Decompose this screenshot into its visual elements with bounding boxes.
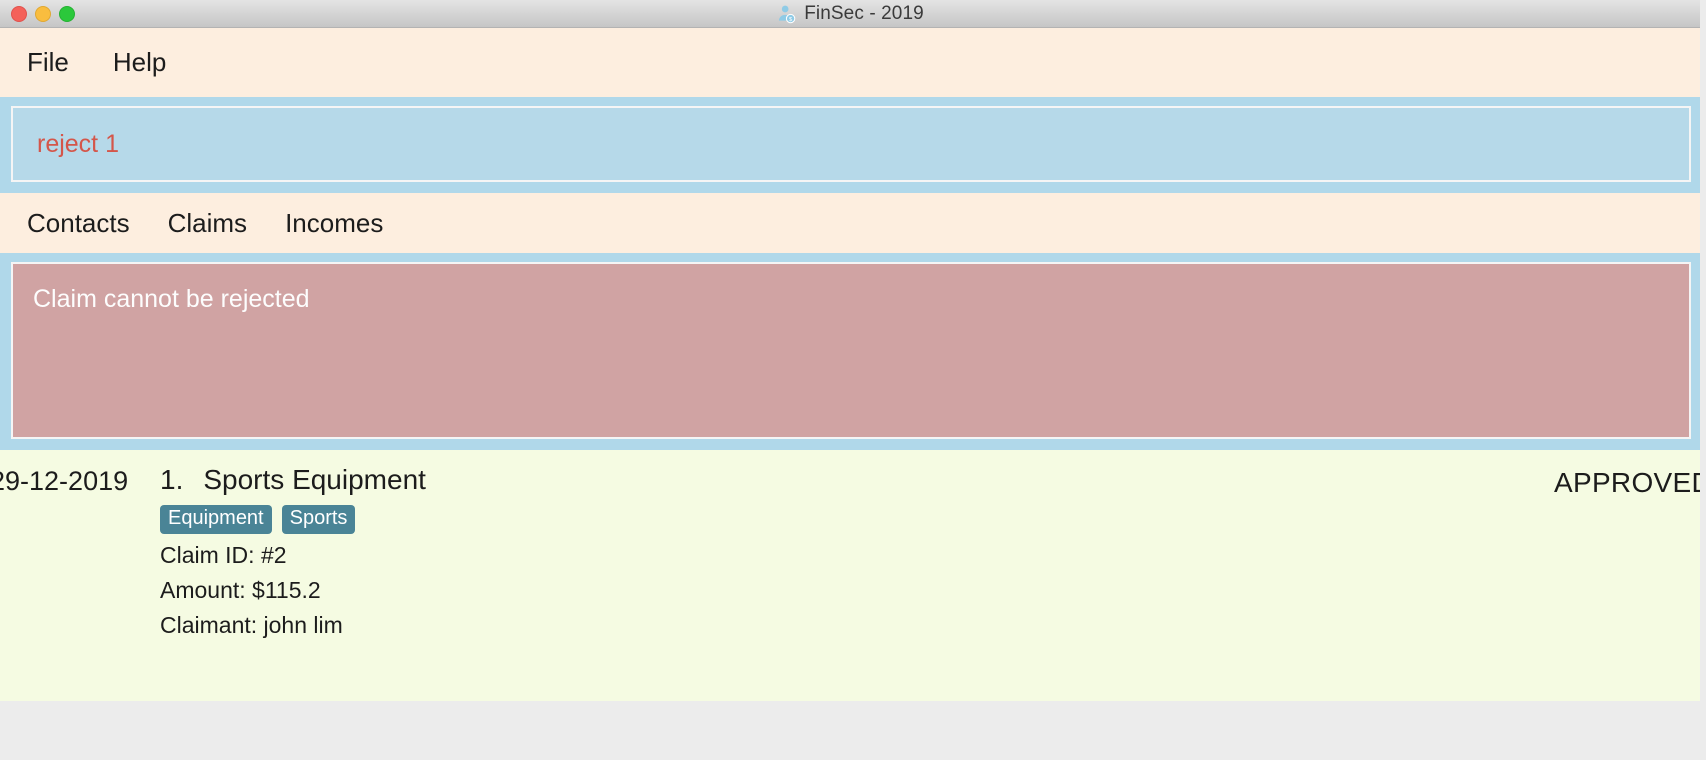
result-panel-container: Claim cannot be rejected (0, 253, 1700, 450)
person-dollar-icon: $ (779, 5, 796, 23)
command-input-value: reject 1 (37, 129, 119, 158)
status-badge: APPROVED (1554, 467, 1700, 498)
result-message: Claim cannot be rejected (33, 285, 310, 313)
menu-item-file[interactable]: File (27, 47, 69, 78)
tag-equipment: Equipment (160, 505, 272, 534)
claim-date: 29-12-2019 (0, 466, 129, 496)
tab-incomes[interactable]: Incomes (285, 208, 383, 239)
command-input[interactable]: reject 1 (11, 106, 1691, 182)
close-window-button[interactable] (11, 5, 27, 22)
tab-contacts[interactable]: Contacts (27, 208, 130, 239)
maximize-window-button[interactable] (59, 5, 75, 22)
svg-text:$: $ (789, 17, 793, 23)
title-bar-center: $ FinSec - 2019 (0, 0, 1700, 27)
tab-claims[interactable]: Claims (168, 208, 247, 239)
claims-list: 29-12-2019 1. Sports Equipment Equipment… (0, 450, 1700, 760)
list-item[interactable]: 29-12-2019 1. Sports Equipment Equipment… (0, 450, 1700, 701)
tag-sports: Sports (281, 505, 356, 534)
command-box-container: reject 1 (0, 97, 1700, 193)
claim-title: Sports Equipment (203, 464, 426, 495)
minimize-window-button[interactable] (35, 5, 51, 22)
claim-title-row: 1. Sports Equipment (160, 464, 426, 496)
claim-id: Claim ID: #2 (160, 542, 287, 568)
claim-tags: Equipment Sports (160, 505, 426, 534)
application-window: $ FinSec - 2019 File Help reject 1 Conta… (0, 0, 1700, 760)
list-empty-space (0, 701, 1700, 760)
menu-bar: File Help (0, 28, 1700, 97)
claim-body: 1. Sports Equipment Equipment Sports Cla… (160, 464, 426, 639)
result-display-panel: Claim cannot be rejected (11, 262, 1691, 439)
tab-bar: Contacts Claims Incomes (0, 193, 1700, 253)
claim-index: 1. (160, 464, 184, 495)
claim-claimant: Claimant: john lim (160, 612, 343, 638)
claim-amount: Amount: $115.2 (160, 577, 321, 603)
title-bar: $ FinSec - 2019 (0, 0, 1700, 28)
window-title: FinSec - 2019 (804, 2, 924, 24)
menu-item-help[interactable]: Help (113, 47, 166, 78)
window-controls (0, 5, 75, 22)
